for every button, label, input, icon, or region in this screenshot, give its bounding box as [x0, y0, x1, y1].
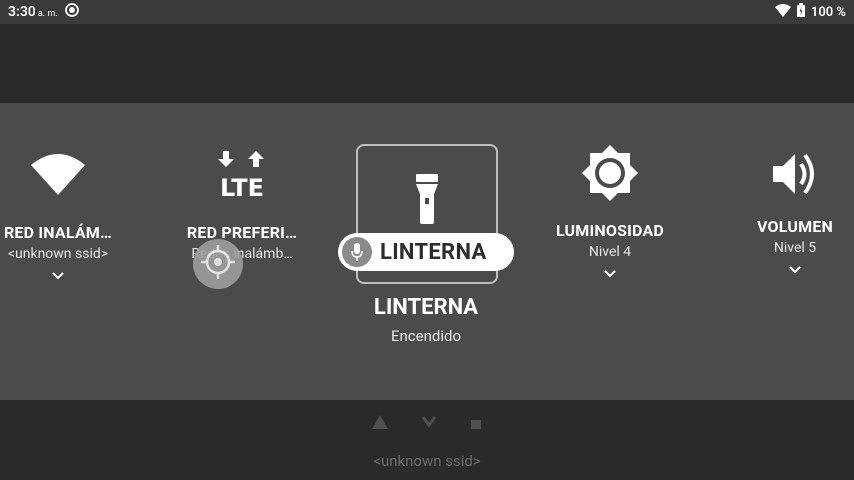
flashlight-icon [416, 174, 438, 228]
status-left: 3:30 a. m. [8, 2, 80, 22]
tile-flashlight-subtitle: Encendido [390, 327, 462, 345]
microphone-icon [342, 237, 372, 267]
background-ssid: <unknown ssid> [373, 452, 481, 470]
chevron-down-icon[interactable] [728, 260, 854, 279]
status-bar: 3:30 a. m. 100 % [0, 0, 854, 24]
screen: 3:30 a. m. 100 % <unknown ssid> RED INAL… [0, 0, 854, 480]
clock-ampm: a. m. [37, 9, 58, 19]
tile-network-title: RED PREFERI… [186, 223, 298, 242]
background-lock-icon [470, 414, 482, 434]
tile-brightness[interactable]: LUMINOSIDAD Nivel 4 [532, 145, 688, 283]
tile-brightness-subtitle: Nivel 4 [588, 244, 632, 260]
lte-text: LTE [220, 174, 264, 201]
chevron-down-icon[interactable] [532, 264, 688, 283]
tile-flashlight-title: LINTERNA [373, 295, 479, 320]
tile-network[interactable]: LTE RED PREFERI… Redes inalámb… [164, 149, 320, 262]
tile-brightness-title: LUMINOSIDAD [555, 221, 665, 240]
tile-volume-title: VOLUMEN [756, 217, 834, 236]
clock-time: 3:30 [8, 4, 36, 20]
voice-command-text: LINTERNA [380, 239, 487, 265]
voice-command-label[interactable]: LINTERNA [338, 233, 514, 271]
tile-volume[interactable]: VOLUMEN Nivel 5 [728, 151, 854, 279]
wifi-status-icon [774, 3, 791, 21]
crosshair-button[interactable] [193, 239, 243, 289]
chevron-down-icon[interactable] [0, 266, 136, 285]
crosshair-icon [200, 244, 236, 284]
tile-wifi-subtitle: <unknown ssid> [7, 246, 109, 262]
battery-percent: 100 % [810, 4, 846, 20]
background-send-icon [372, 414, 388, 434]
volume-icon [728, 151, 854, 201]
cast-icon [64, 2, 80, 22]
battery-icon [796, 3, 805, 21]
status-right: 100 % [774, 3, 846, 21]
lte-arrows-icon: LTE [164, 149, 320, 205]
clock: 3:30 a. m. [8, 4, 58, 20]
tile-wifi-title: RED INALÁM… [3, 223, 113, 242]
tile-wifi[interactable]: RED INALÁM… <unknown ssid> [0, 153, 136, 285]
background-down-icon [421, 414, 437, 434]
brightness-icon [532, 145, 688, 205]
tile-volume-subtitle: Nivel 5 [773, 240, 817, 256]
background-toolbar [372, 414, 482, 434]
wifi-icon [0, 153, 136, 199]
